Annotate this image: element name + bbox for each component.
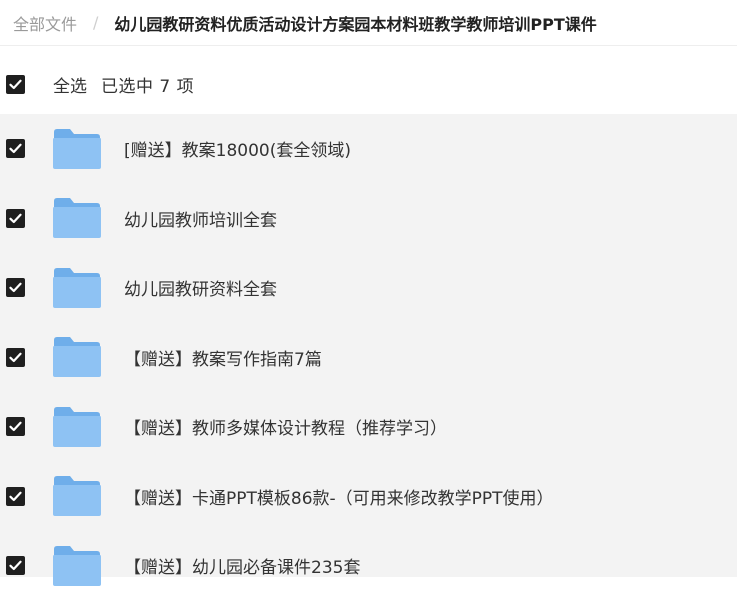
breadcrumb-current-folder: 幼儿园教研资料优质活动设计方案园本材料班教学教师培训PPT课件 xyxy=(114,14,597,34)
checkbox-checked-icon xyxy=(9,491,22,501)
folder-icon xyxy=(53,476,101,517)
checkbox-checked-icon xyxy=(9,282,22,293)
select-all-checkbox[interactable] xyxy=(6,74,25,94)
checkbox-checked-icon xyxy=(9,560,22,571)
folder-icon xyxy=(53,337,101,378)
checkbox-checked-icon xyxy=(9,79,22,89)
select-all-label[interactable]: 全选 xyxy=(53,72,87,97)
select-all-bar: 全选 已选中 7 项 xyxy=(0,54,737,114)
file-row[interactable]: 【赠送】教师多媒体设计教程（推荐学习） xyxy=(0,392,737,462)
breadcrumb-root-link[interactable]: 全部文件 xyxy=(13,11,77,35)
file-row[interactable]: 幼儿园教研资料全套 xyxy=(0,253,737,323)
file-row-checkbox[interactable] xyxy=(6,556,25,576)
selected-count-text: 已选中 7 项 xyxy=(101,76,195,97)
file-row-checkbox[interactable] xyxy=(6,347,25,367)
file-name[interactable]: 幼儿园教师培训全套 xyxy=(124,206,277,231)
checkbox-checked-icon xyxy=(9,213,22,223)
file-row[interactable]: [赠送】教案18000(套全领域) xyxy=(0,114,737,184)
file-name[interactable]: 【赠送】卡通PPT模板86款-（可用来修改教学PPT使用） xyxy=(124,484,554,509)
file-row[interactable]: 幼儿园教师培训全套 xyxy=(0,184,737,254)
file-name[interactable]: 【赠送】教案写作指南7篇 xyxy=(124,345,322,370)
file-row-checkbox[interactable] xyxy=(6,278,25,298)
file-row[interactable]: 【赠送】幼儿园必备课件235套 xyxy=(0,531,737,601)
file-name[interactable]: [赠送】教案18000(套全领域) xyxy=(124,136,351,161)
checkbox-checked-icon xyxy=(9,143,22,154)
file-row-checkbox[interactable] xyxy=(6,208,25,228)
file-list: [赠送】教案18000(套全领域) 幼儿园教师培训全套 幼儿园教研资料全套 【赠… xyxy=(0,114,737,586)
folder-icon xyxy=(53,406,101,447)
checkbox-checked-icon xyxy=(9,352,22,362)
file-name[interactable]: 【赠送】教师多媒体设计教程（推荐学习） xyxy=(124,414,447,439)
folder-icon xyxy=(53,128,101,169)
checkbox-checked-icon xyxy=(9,421,22,432)
file-row-checkbox[interactable] xyxy=(6,139,25,159)
file-row[interactable]: 【赠送】教案写作指南7篇 xyxy=(0,323,737,393)
breadcrumb-separator: / xyxy=(93,13,99,32)
file-row-checkbox[interactable] xyxy=(6,417,25,437)
folder-icon xyxy=(53,545,101,586)
file-name[interactable]: 【赠送】幼儿园必备课件235套 xyxy=(124,553,360,578)
file-row-checkbox[interactable] xyxy=(6,486,25,506)
file-name[interactable]: 幼儿园教研资料全套 xyxy=(124,275,277,300)
file-row[interactable]: 【赠送】卡通PPT模板86款-（可用来修改教学PPT使用） xyxy=(0,462,737,532)
folder-icon xyxy=(53,198,101,239)
breadcrumb: 全部文件 / 幼儿园教研资料优质活动设计方案园本材料班教学教师培训PPT课件 xyxy=(0,0,737,46)
folder-icon xyxy=(53,267,101,308)
